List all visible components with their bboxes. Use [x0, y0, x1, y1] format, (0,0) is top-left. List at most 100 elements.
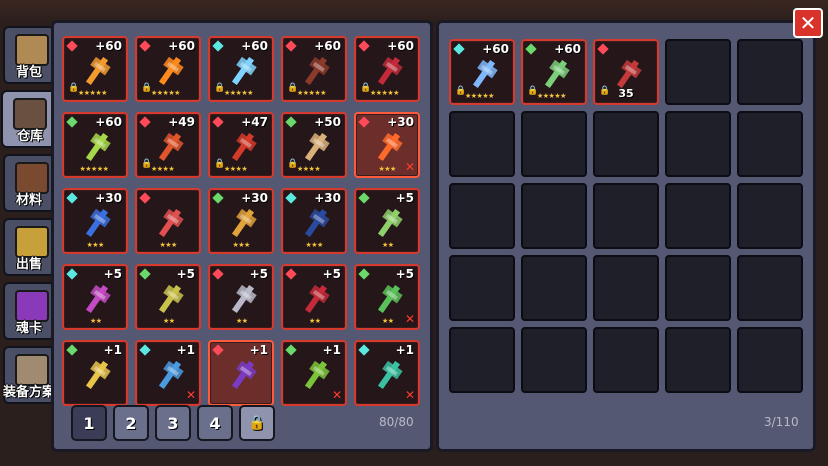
warehouse-panel: +60 🔒 ★★★★★ +60 🔒 ★★★★★ +60 🔒 ★★★★★ +60 🔒 ★★★★★ +60 🔒…	[51, 20, 433, 452]
empty-slot[interactable]	[593, 183, 659, 249]
empty-slot[interactable]	[521, 327, 587, 393]
rarity-gem-icon	[358, 268, 370, 280]
side-tab-3[interactable]: 出售	[3, 218, 55, 276]
enhance-level: +60	[95, 115, 122, 129]
item-slot[interactable]: +5 ★★	[135, 264, 201, 330]
shadow-claw-icon	[304, 208, 330, 238]
item-slot[interactable]: +5 ★★	[208, 264, 274, 330]
empty-slot[interactable]	[593, 327, 659, 393]
empty-slot[interactable]	[737, 255, 803, 321]
empty-slot[interactable]	[521, 183, 587, 249]
empty-slot[interactable]	[449, 111, 515, 177]
green-bow-icon	[304, 360, 330, 390]
enhance-level: +47	[241, 115, 268, 129]
enhance-level: +60	[95, 39, 122, 53]
item-slot[interactable]: 🔒 35	[593, 39, 659, 105]
empty-slot[interactable]	[737, 111, 803, 177]
side-tab-0[interactable]: 背包	[3, 26, 55, 84]
crimson-scythe-icon	[377, 56, 403, 86]
rarity-gem-icon	[285, 268, 297, 280]
star-rating: ★★★★★	[79, 165, 109, 173]
red-fang-icon	[304, 284, 330, 314]
page-button-3[interactable]: 3	[155, 405, 191, 441]
item-slot[interactable]: +60 🔒 ★★★★★	[521, 39, 587, 105]
item-slot[interactable]: +30 ★★★ ✕	[354, 112, 420, 178]
empty-slot[interactable]	[593, 111, 659, 177]
page-button-1[interactable]: 1	[71, 405, 107, 441]
empty-slot[interactable]	[665, 39, 731, 105]
enhance-level: +60	[168, 39, 195, 53]
enhance-level: +60	[314, 39, 341, 53]
empty-slot[interactable]	[665, 111, 731, 177]
item-slot[interactable]: +49 🔒 ★★★★	[135, 112, 201, 178]
discard-mark-icon: ✕	[404, 160, 415, 174]
item-slot[interactable]: +5 ★★ ✕	[354, 264, 420, 330]
side-tab-5[interactable]: 装备方案	[3, 346, 55, 404]
side-tab-label: 出售	[15, 257, 42, 272]
item-slot[interactable]: +50 🔒 ★★★★	[281, 112, 347, 178]
rarity-gem-icon	[139, 192, 151, 204]
item-slot[interactable]: +60 🔒 ★★★★★	[208, 36, 274, 102]
side-tab-label: 材料	[15, 193, 42, 208]
jade-sword-icon	[544, 59, 570, 89]
item-slot[interactable]: +60 🔒 ★★★★★	[449, 39, 515, 105]
item-slot[interactable]: +5 ★★	[62, 264, 128, 330]
golden-horn-icon	[231, 208, 257, 238]
close-button[interactable]: ✕	[793, 8, 823, 38]
item-slot[interactable]: +1 ✕	[135, 340, 201, 406]
empty-slot[interactable]	[737, 183, 803, 249]
item-slot[interactable]: +1 ✕	[354, 340, 420, 406]
enhance-level: +30	[314, 191, 341, 205]
page-button-4[interactable]: 4	[197, 405, 233, 441]
item-count: 35	[618, 87, 634, 100]
side-tab-4[interactable]: 魂卡	[3, 282, 55, 340]
item-slot[interactable]: +60 🔒 ★★★★★	[62, 36, 128, 102]
red-sword-icon	[231, 132, 257, 162]
enhance-level: +30	[241, 191, 268, 205]
item-slot[interactable]: +1	[62, 340, 128, 406]
item-slot[interactable]: ★★★	[135, 188, 201, 254]
star-rating: ★★★★★	[151, 89, 180, 97]
item-slot[interactable]: +60 🔒 ★★★★★	[354, 36, 420, 102]
pumpkin-icon	[158, 56, 184, 86]
side-tab-label: 仓库	[16, 129, 43, 144]
empty-slot[interactable]	[737, 327, 803, 393]
empty-slot[interactable]	[449, 327, 515, 393]
item-slot[interactable]: +1 ✕	[281, 340, 347, 406]
item-slot[interactable]: +60 🔒 ★★★★★	[281, 36, 347, 102]
item-slot[interactable]: +30 ★★★	[208, 188, 274, 254]
page-button-2[interactable]: 2	[113, 405, 149, 441]
item-slot[interactable]: +60 ★★★★★	[62, 112, 128, 178]
warehouse-capacity: 80/80	[379, 415, 414, 429]
item-slot[interactable]: +47 🔒 ★★★★	[208, 112, 274, 178]
rarity-gem-icon	[285, 116, 297, 128]
empty-slot[interactable]	[521, 255, 587, 321]
item-slot[interactable]: +5 ★★	[281, 264, 347, 330]
item-slot[interactable]: +1	[208, 340, 274, 406]
item-slot[interactable]: +30 ★★★	[62, 188, 128, 254]
empty-slot[interactable]	[449, 183, 515, 249]
dark-gauntlet-icon	[304, 56, 330, 86]
star-rating: ★★★★★	[224, 89, 253, 97]
item-slot[interactable]: +5 ★★	[354, 188, 420, 254]
empty-slot[interactable]	[521, 111, 587, 177]
rarity-gem-icon	[139, 40, 151, 52]
empty-slot[interactable]	[665, 183, 731, 249]
octopus-icon	[158, 208, 184, 238]
rarity-gem-icon	[139, 344, 151, 356]
enhance-level: +30	[95, 191, 122, 205]
fire-staff-icon	[85, 56, 111, 86]
blue-creature-icon	[85, 208, 111, 238]
lock-page-button[interactable]: 🔒	[239, 405, 275, 441]
empty-slot[interactable]	[449, 255, 515, 321]
empty-slot[interactable]	[665, 327, 731, 393]
side-tab-2[interactable]: 材料	[3, 154, 55, 212]
empty-slot[interactable]	[593, 255, 659, 321]
item-slot[interactable]: +30 ★★★	[281, 188, 347, 254]
empty-slot[interactable]	[737, 39, 803, 105]
gold-ring-icon	[158, 284, 184, 314]
empty-slot[interactable]	[665, 255, 731, 321]
star-rating: ★★★	[378, 165, 397, 173]
item-slot[interactable]: +60 🔒 ★★★★★	[135, 36, 201, 102]
green-blob-icon	[377, 208, 403, 238]
